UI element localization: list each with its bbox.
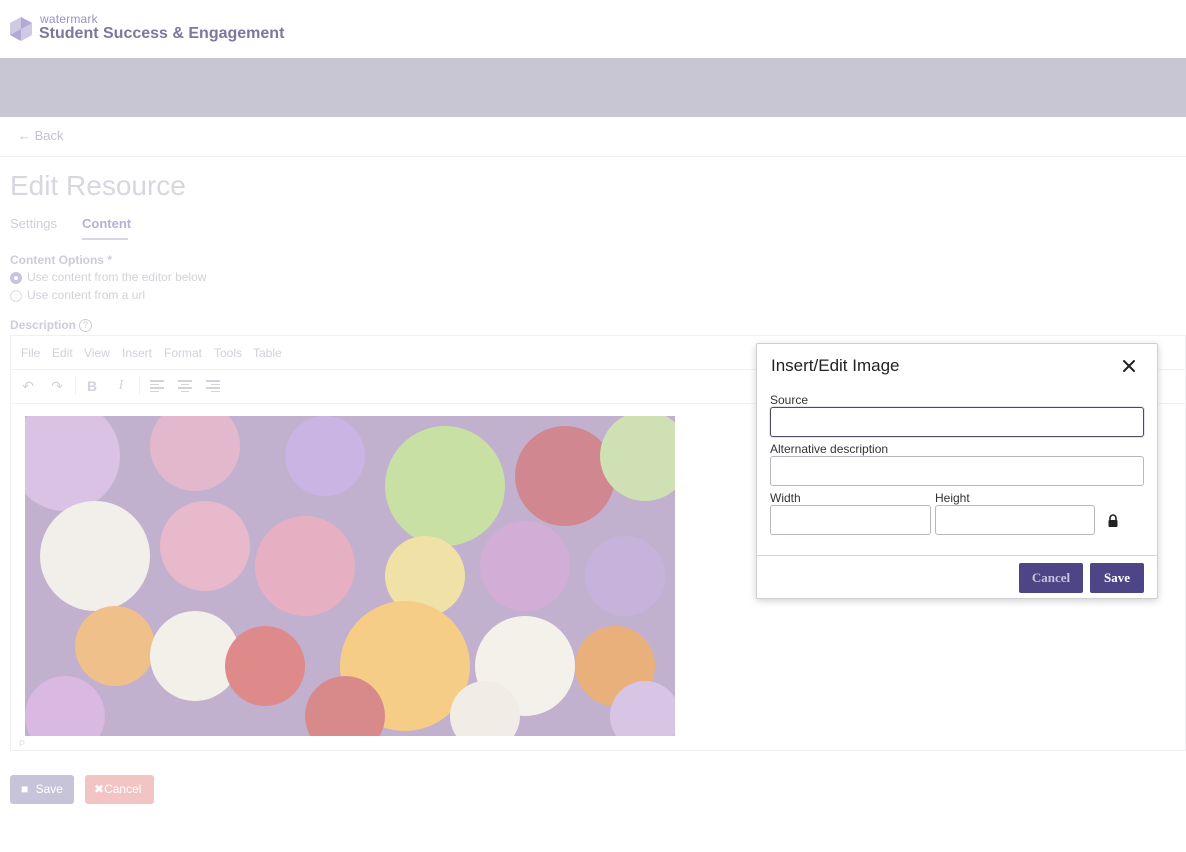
- width-input[interactable]: [770, 505, 931, 535]
- flowers-image[interactable]: [25, 416, 675, 736]
- back-link[interactable]: ← Back: [18, 128, 64, 143]
- italic-icon[interactable]: I: [113, 378, 129, 394]
- description-label: Description: [10, 318, 77, 332]
- dialog-title: Insert/Edit Image: [771, 356, 900, 375]
- divider: [0, 156, 1186, 157]
- radio-editor-content[interactable]: [10, 272, 22, 284]
- align-center-icon[interactable]: [178, 380, 192, 392]
- active-tab-indicator: [82, 238, 128, 240]
- arrow-left-icon: ←: [18, 128, 31, 143]
- top-banner: [0, 58, 1186, 117]
- align-right-icon[interactable]: [206, 380, 220, 392]
- close-icon[interactable]: [1119, 356, 1139, 376]
- source-input[interactable]: [770, 407, 1144, 437]
- undo-icon[interactable]: ↶: [20, 378, 36, 394]
- help-circle-icon[interactable]: ?: [79, 319, 92, 332]
- radio-url-content[interactable]: [10, 290, 22, 302]
- radio-url-content-label[interactable]: Use content from a url: [27, 288, 145, 302]
- alt-description-label: Alternative description: [770, 442, 889, 456]
- menu-tools[interactable]: Tools: [214, 346, 242, 360]
- insert-image-dialog: Insert/Edit Image Source Alternative des…: [756, 343, 1158, 599]
- back-label: Back: [34, 128, 64, 143]
- cancel-button-label: Cancel: [104, 782, 142, 796]
- page-title: Edit Resource: [10, 170, 186, 201]
- menu-file[interactable]: File: [21, 346, 40, 360]
- menu-insert[interactable]: Insert: [122, 346, 152, 360]
- redo-icon[interactable]: ↷: [49, 378, 65, 394]
- dialog-save-button[interactable]: Save: [1090, 563, 1144, 593]
- menu-format[interactable]: Format: [164, 346, 202, 360]
- source-label: Source: [770, 393, 809, 407]
- tab-content[interactable]: Content: [82, 216, 131, 231]
- save-button[interactable]: ■ Save: [10, 775, 74, 804]
- save-button-label: Save: [35, 782, 63, 796]
- logo-product-title: Student Success & Engagement: [39, 25, 285, 42]
- bold-icon[interactable]: B: [84, 378, 100, 394]
- cancel-button[interactable]: ✖Cancel: [85, 775, 154, 804]
- align-left-icon[interactable]: [150, 380, 164, 392]
- height-input[interactable]: [935, 505, 1095, 535]
- dialog-footer-divider: [757, 555, 1157, 556]
- dialog-cancel-button[interactable]: Cancel: [1019, 563, 1083, 593]
- logo-brand: watermark: [40, 12, 98, 26]
- editor-status-path: P: [19, 739, 26, 749]
- menu-table[interactable]: Table: [253, 346, 282, 360]
- times-icon: ✖: [94, 782, 105, 796]
- save-icon: ■: [21, 782, 29, 796]
- app-header: watermark Student Success & Engagement: [0, 0, 1186, 58]
- watermark-logo-icon: [10, 17, 32, 41]
- tab-settings[interactable]: Settings: [10, 216, 57, 231]
- content-options-label: Content Options *: [10, 253, 112, 267]
- lock-icon[interactable]: [1107, 514, 1119, 528]
- height-label: Height: [935, 491, 970, 505]
- alt-description-input[interactable]: [770, 456, 1144, 486]
- toolbar-separator: [75, 377, 76, 395]
- menu-view[interactable]: View: [84, 346, 110, 360]
- toolbar-separator: [139, 377, 140, 395]
- radio-editor-content-label[interactable]: Use content from the editor below: [27, 270, 206, 284]
- menu-edit[interactable]: Edit: [52, 346, 73, 360]
- width-label: Width: [770, 491, 801, 505]
